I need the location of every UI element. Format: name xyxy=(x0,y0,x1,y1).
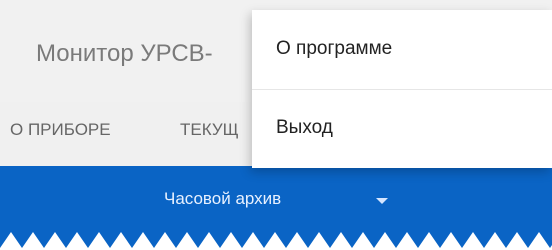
tab-about-device[interactable]: О ПРИБОРЕ xyxy=(10,120,111,140)
tab-current[interactable]: ТЕКУЩ xyxy=(180,120,239,140)
zigzag-divider xyxy=(0,232,552,250)
menu-item-exit-label: Выход xyxy=(276,117,333,138)
app-title: Монитор УРСВ- xyxy=(36,40,213,67)
archive-selector-value[interactable]: Часовой архив xyxy=(164,189,281,209)
dropdown-arrow-icon[interactable] xyxy=(376,198,388,204)
menu-item-exit[interactable]: Выход xyxy=(252,89,552,168)
menu-item-about-label: О программе xyxy=(276,38,393,59)
menu-item-about[interactable]: О программе xyxy=(252,10,552,89)
overflow-menu: О программе Выход xyxy=(252,10,552,168)
